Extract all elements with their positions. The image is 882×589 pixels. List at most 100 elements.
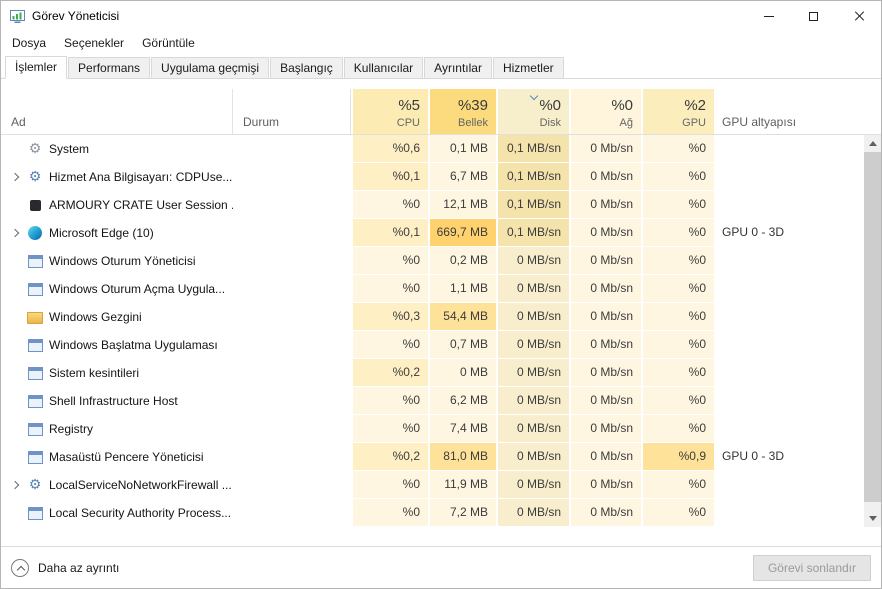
name-cell: Local Security Authority Process... bbox=[1, 499, 233, 527]
disk-cell: 0 MB/sn bbox=[496, 471, 569, 499]
tab-performance[interactable]: Performans bbox=[68, 57, 151, 79]
tab-startup[interactable]: Başlangıç bbox=[270, 57, 343, 79]
tab-processes[interactable]: İşlemler bbox=[5, 56, 68, 79]
table-row[interactable]: Sistem kesintileri %0,2 0 MB 0 MB/sn 0 M… bbox=[1, 359, 881, 387]
expander-slot bbox=[5, 331, 25, 359]
status-cell bbox=[233, 415, 351, 443]
cpu-cell: %0,1 bbox=[351, 163, 428, 191]
tab-bar: İşlemler Performans Uygulama geçmişi Baş… bbox=[1, 55, 881, 79]
service-gear-icon bbox=[27, 169, 43, 185]
cpu-cell: %0,6 bbox=[351, 135, 428, 163]
column-name[interactable]: Ad bbox=[1, 89, 233, 134]
name-cell: Masaüstü Pencere Yöneticisi bbox=[1, 443, 233, 471]
minimize-icon bbox=[763, 15, 774, 17]
status-cell bbox=[233, 387, 351, 415]
memory-cell: 0 MB bbox=[428, 359, 496, 387]
column-status-label: Durum bbox=[243, 115, 280, 129]
table-row[interactable]: Windows Gezgini %0,3 54,4 MB 0 MB/sn 0 M… bbox=[1, 303, 881, 331]
memory-cell: 6,7 MB bbox=[428, 163, 496, 191]
gpu-engine-cell bbox=[714, 415, 881, 443]
disk-cell: 0 MB/sn bbox=[496, 359, 569, 387]
status-cell bbox=[233, 331, 351, 359]
column-gpu[interactable]: %2 GPU bbox=[641, 89, 714, 134]
table-row[interactable]: ARMOURY CRATE User Session ... %0 12,1 M… bbox=[1, 191, 881, 219]
disk-cell: 0 MB/sn bbox=[496, 247, 569, 275]
column-memory[interactable]: %39 Bellek bbox=[428, 89, 496, 134]
triangle-down-icon bbox=[868, 516, 877, 521]
fewer-details-label: Daha az ayrıntı bbox=[38, 560, 120, 575]
memory-cell: 7,4 MB bbox=[428, 415, 496, 443]
chevron-right-icon[interactable] bbox=[5, 219, 25, 247]
tab-users[interactable]: Kullanıcılar bbox=[343, 57, 424, 79]
gpu-engine-cell bbox=[714, 331, 881, 359]
scroll-up-button[interactable] bbox=[864, 135, 881, 152]
tab-app-history[interactable]: Uygulama geçmişi bbox=[151, 57, 270, 79]
vertical-scrollbar[interactable] bbox=[864, 135, 881, 527]
table-row[interactable]: Windows Oturum Yöneticisi %0 0,2 MB 0 MB… bbox=[1, 247, 881, 275]
table-row[interactable]: Hizmet Ana Bilgisayarı: CDPUse... %0,1 6… bbox=[1, 163, 881, 191]
column-disk[interactable]: %0 Disk bbox=[496, 89, 569, 134]
maximize-button[interactable] bbox=[791, 1, 836, 31]
chevron-right-icon[interactable] bbox=[5, 471, 25, 499]
edge-icon bbox=[27, 225, 43, 241]
status-cell bbox=[233, 471, 351, 499]
cpu-cell: %0 bbox=[351, 191, 428, 219]
table-row[interactable]: System %0,6 0,1 MB 0,1 MB/sn 0 Mb/sn %0 bbox=[1, 135, 881, 163]
gpu-engine-cell bbox=[714, 387, 881, 415]
table-row[interactable]: Microsoft Edge (10) %0,1 669,7 MB 0,1 MB… bbox=[1, 219, 881, 247]
gpu-cell: %0 bbox=[641, 191, 714, 219]
table-row[interactable]: Masaüstü Pencere Yöneticisi %0,2 81,0 MB… bbox=[1, 443, 881, 471]
gpu-engine-cell: GPU 0 - 3D bbox=[722, 225, 785, 239]
app-window-icon bbox=[27, 393, 43, 409]
network-cell: 0 Mb/sn bbox=[569, 135, 641, 163]
memory-cell: 11,9 MB bbox=[428, 471, 496, 499]
status-cell bbox=[233, 163, 351, 191]
end-task-button[interactable]: Görevi sonlandır bbox=[752, 554, 871, 581]
chevron-right-icon[interactable] bbox=[5, 163, 25, 191]
title-bar: Görev Yöneticisi bbox=[1, 1, 881, 31]
disk-cell: 0,1 MB/sn bbox=[496, 163, 569, 191]
tab-services[interactable]: Hizmetler bbox=[492, 57, 564, 79]
maximize-icon bbox=[809, 11, 818, 21]
column-cpu[interactable]: %5 CPU bbox=[351, 89, 428, 134]
gpu-cell: %0 bbox=[641, 387, 714, 415]
table-row[interactable]: Shell Infrastructure Host %0 6,2 MB 0 MB… bbox=[1, 387, 881, 415]
status-cell bbox=[233, 135, 351, 163]
minimize-button[interactable] bbox=[746, 1, 791, 31]
scroll-down-button[interactable] bbox=[864, 510, 881, 527]
name-cell: System bbox=[1, 135, 233, 163]
disk-cell: 0 MB/sn bbox=[496, 331, 569, 359]
process-name: Windows Oturum Açma Uygula... bbox=[49, 281, 226, 296]
app-window-icon bbox=[27, 421, 43, 437]
memory-cell: 12,1 MB bbox=[428, 191, 496, 219]
status-cell bbox=[233, 219, 351, 247]
gpu-engine-column-label: GPU altyapısı bbox=[722, 115, 797, 129]
scrollbar-thumb[interactable] bbox=[864, 152, 881, 502]
status-cell bbox=[233, 359, 351, 387]
cpu-cell: %0 bbox=[351, 331, 428, 359]
table-row[interactable]: LocalServiceNoNetworkFirewall ... %0 11,… bbox=[1, 471, 881, 499]
table-row[interactable]: Local Security Authority Process... %0 7… bbox=[1, 499, 881, 527]
table-row[interactable]: Registry %0 7,4 MB 0 MB/sn 0 Mb/sn %0 bbox=[1, 415, 881, 443]
table-row[interactable]: Windows Başlatma Uygulaması %0 0,7 MB 0 … bbox=[1, 331, 881, 359]
process-name: Local Security Authority Process... bbox=[49, 505, 232, 520]
menu-options[interactable]: Seçenekler bbox=[55, 31, 133, 55]
column-gpu-engine[interactable]: GPU altyapısı bbox=[714, 89, 881, 134]
fewer-details-toggle[interactable]: Daha az ayrıntı bbox=[11, 558, 120, 577]
gpu-engine-cell: GPU 0 - 3D bbox=[722, 449, 785, 463]
process-name: Windows Oturum Yöneticisi bbox=[49, 253, 196, 268]
menu-file[interactable]: Dosya bbox=[3, 31, 55, 55]
table-row[interactable]: Windows Oturum Açma Uygula... %0 1,1 MB … bbox=[1, 275, 881, 303]
cpu-cell: %0,1 bbox=[351, 219, 428, 247]
disk-cell: 0 MB/sn bbox=[496, 443, 569, 471]
close-button[interactable] bbox=[836, 1, 881, 31]
menu-view[interactable]: Görüntüle bbox=[133, 31, 204, 55]
column-status[interactable]: Durum bbox=[233, 89, 351, 134]
column-network[interactable]: %0 Ağ bbox=[569, 89, 641, 134]
cpu-cell: %0 bbox=[351, 247, 428, 275]
name-cell: Registry bbox=[1, 415, 233, 443]
tab-details[interactable]: Ayrıntılar bbox=[424, 57, 492, 79]
network-cell: 0 Mb/sn bbox=[569, 443, 641, 471]
chevron-up-circle-icon bbox=[11, 558, 29, 577]
app-window-icon bbox=[27, 253, 43, 269]
